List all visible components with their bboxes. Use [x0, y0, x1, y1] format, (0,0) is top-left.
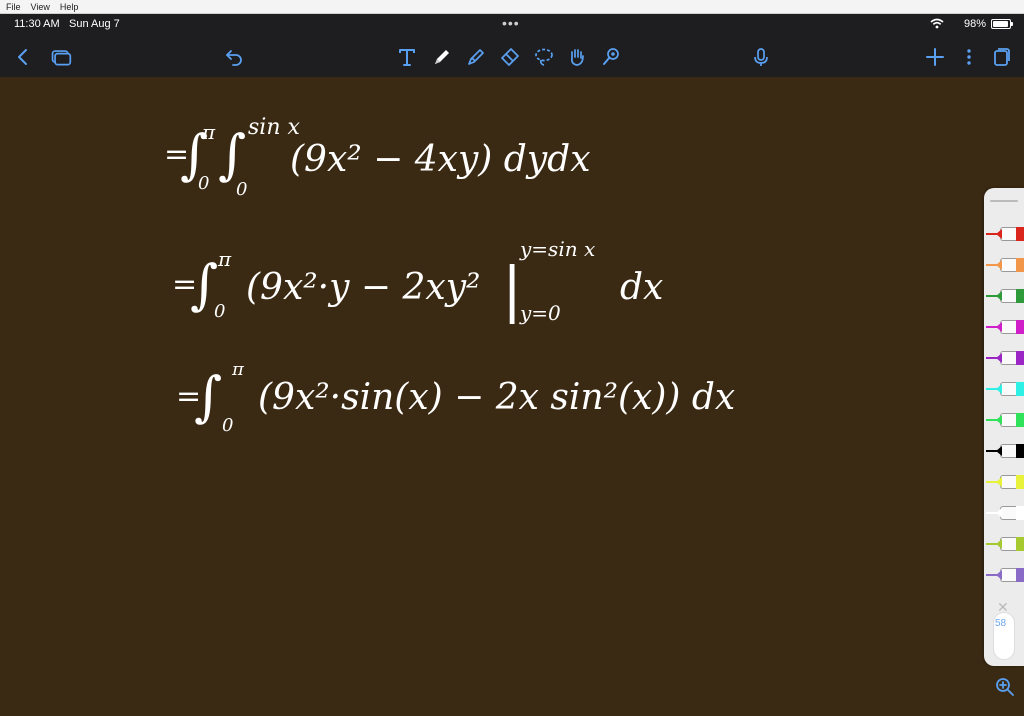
menu-bar: File View Help: [0, 0, 1024, 14]
pen-color-swatch[interactable]: [986, 410, 1024, 430]
hand-icon[interactable]: [566, 44, 588, 70]
battery-percent: 98%: [964, 18, 987, 30]
page-view-icon[interactable]: [990, 44, 1012, 70]
pen-color-swatch[interactable]: [986, 472, 1024, 492]
lasso-icon[interactable]: [533, 44, 555, 70]
pen-color-swatch[interactable]: [986, 565, 1024, 585]
pen-color-swatch[interactable]: [986, 348, 1024, 368]
status-date: Sun Aug 7: [69, 18, 120, 30]
microphone-icon[interactable]: [750, 44, 772, 70]
eraser-icon[interactable]: [499, 44, 521, 70]
wifi-icon: [930, 18, 944, 32]
pen-color-swatch[interactable]: [986, 224, 1024, 244]
undo-icon[interactable]: [223, 44, 245, 70]
back-icon[interactable]: [12, 44, 34, 70]
status-bar: 11:30 AM Sun Aug 7 ••• 98%: [0, 14, 1024, 34]
zoom-icon[interactable]: [994, 676, 1016, 698]
text-tool-icon[interactable]: [396, 44, 418, 70]
palette-grabber[interactable]: [990, 200, 1018, 202]
pen-color-swatch[interactable]: [986, 441, 1024, 461]
math-line-2: = ∫ π 0 (9x²·y − 2xy² | y=sin x y=0 dx: [172, 237, 664, 325]
menu-view[interactable]: View: [31, 2, 50, 12]
pen-color-swatch[interactable]: [986, 286, 1024, 306]
menu-help[interactable]: Help: [60, 2, 79, 12]
pen-color-swatch[interactable]: [986, 379, 1024, 399]
note-canvas[interactable]: = ∫ π 0 ∫ sin x 0 (9x² − 4xy) dydx = ∫ π…: [0, 77, 1024, 716]
pen-tool-icon[interactable]: [431, 44, 453, 70]
pen-color-swatch[interactable]: [986, 503, 1024, 523]
pen-color-swatch[interactable]: [986, 255, 1024, 275]
more-icon[interactable]: [958, 44, 980, 70]
multitasking-dots[interactable]: •••: [502, 16, 520, 30]
laser-pointer-icon[interactable]: [600, 44, 622, 70]
close-icon[interactable]: ✕: [997, 599, 1009, 616]
highlighter-icon[interactable]: [465, 44, 487, 70]
pen-color-swatch[interactable]: [986, 317, 1024, 337]
add-icon[interactable]: [924, 44, 946, 70]
menu-file[interactable]: File: [6, 2, 21, 12]
pages-icon[interactable]: [48, 44, 74, 70]
page-count: 58: [995, 618, 1007, 629]
status-time: 11:30 AM: [14, 18, 60, 30]
pen-color-swatch[interactable]: [986, 534, 1024, 554]
math-line-1: = ∫ π 0 ∫ sin x 0 (9x² − 4xy) dydx: [164, 115, 591, 200]
app-toolbar: 11:30 AM Sun Aug 7 ••• 98%: [0, 14, 1024, 77]
math-line-3: = ∫ π 0 (9x²·sin(x) − 2x sin²(x)) dx: [176, 359, 736, 436]
battery-icon: [991, 19, 1013, 29]
color-palette: ✕ 58: [984, 188, 1024, 666]
